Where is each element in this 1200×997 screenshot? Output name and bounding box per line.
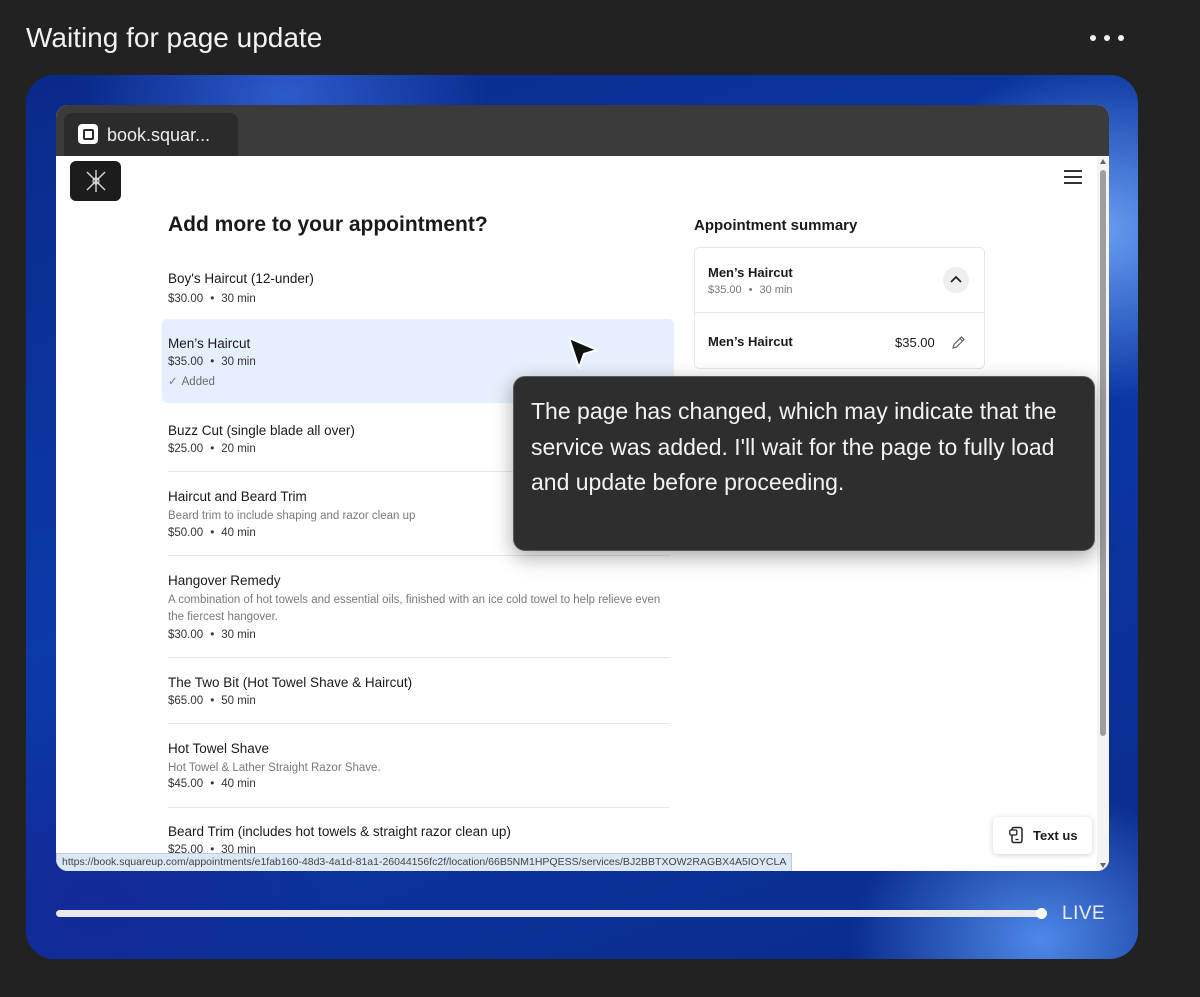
live-label: LIVE [1062,903,1106,924]
playback-progress-bar[interactable] [56,910,1044,917]
service-meta: $35.00 • 30 min [168,356,256,368]
service-item[interactable]: The Two Bit (Hot Towel Shave & Haircut) … [162,658,674,724]
window-title: Waiting for page update [26,22,323,53]
logo-icon[interactable] [70,161,121,201]
browser-tab[interactable]: book.squar... [64,113,238,156]
check-icon: ✓ [168,376,178,388]
chevron-up-icon[interactable] [943,267,969,293]
service-name: Men’s Haircut [168,336,251,351]
service-meta: $30.00 • 30 min [168,293,256,305]
status-bar-url: https://book.squareup.com/appointments/e… [56,853,793,871]
scrollbar-thumb[interactable] [1100,170,1106,736]
text-us-button[interactable]: Text us [993,817,1092,854]
progress-handle[interactable] [1036,908,1047,919]
page-title: Add more to your appointment? [168,213,488,236]
tab-favicon-icon [78,124,98,144]
summary-item-price: $35.00 [895,335,935,350]
service-meta: $50.00 • 40 min [168,527,256,539]
service-name: Haircut and Beard Trim [168,489,307,504]
service-meta: $65.00 • 50 min [168,695,256,707]
service-item[interactable]: Hot Towel Shave Hot Towel & Lather Strai… [162,724,674,808]
tab-title: book.squar... [107,125,211,145]
cursor-icon [568,337,598,369]
summary-item-name: Men’s Haircut [708,334,793,349]
service-name: Hangover Remedy [168,573,281,588]
text-us-icon [1009,826,1023,844]
added-status: ✓ Added [168,376,215,388]
service-meta: $45.00 • 40 min [168,778,256,790]
service-name: Boy's Haircut (12-under) [168,271,314,286]
summary-service-meta: $35.00 • 30 min [708,284,793,296]
service-name: Buzz Cut (single blade all over) [168,423,355,438]
summary-heading: Appointment summary [694,217,858,234]
menu-icon[interactable] [1064,170,1082,184]
tab-strip: book.squar... [56,105,1109,156]
service-meta: $25.00 • 20 min [168,443,256,455]
more-icon[interactable] [1090,32,1124,44]
agent-thought-tooltip: The page has changed, which may indicate… [513,376,1095,551]
service-meta: $30.00 • 30 min [168,629,256,641]
appointment-summary-card: Men’s Haircut $35.00 • 30 min Men’s Haircu… [694,247,985,369]
summary-service-name: Men’s Haircut [708,265,793,280]
service-item[interactable]: Hangover Remedy A combination of hot tow… [162,556,674,658]
service-name: Beard Trim (includes hot towels & straig… [168,824,511,839]
pencil-icon[interactable] [951,335,966,350]
service-description: Hot Towel & Lather Straight Razor Shave. [168,762,381,774]
service-name: Hot Towel Shave [168,741,270,756]
service-name: The Two Bit (Hot Towel Shave & Haircut) [168,675,413,690]
service-description: A combination of hot towels and essentia… [168,594,661,623]
service-item[interactable]: Boy's Haircut (12-under) $30.00 • 30 min [162,258,674,316]
tooltip-text: The page has changed, which may indicate… [531,398,1057,495]
scrollbar[interactable] [1097,156,1109,871]
